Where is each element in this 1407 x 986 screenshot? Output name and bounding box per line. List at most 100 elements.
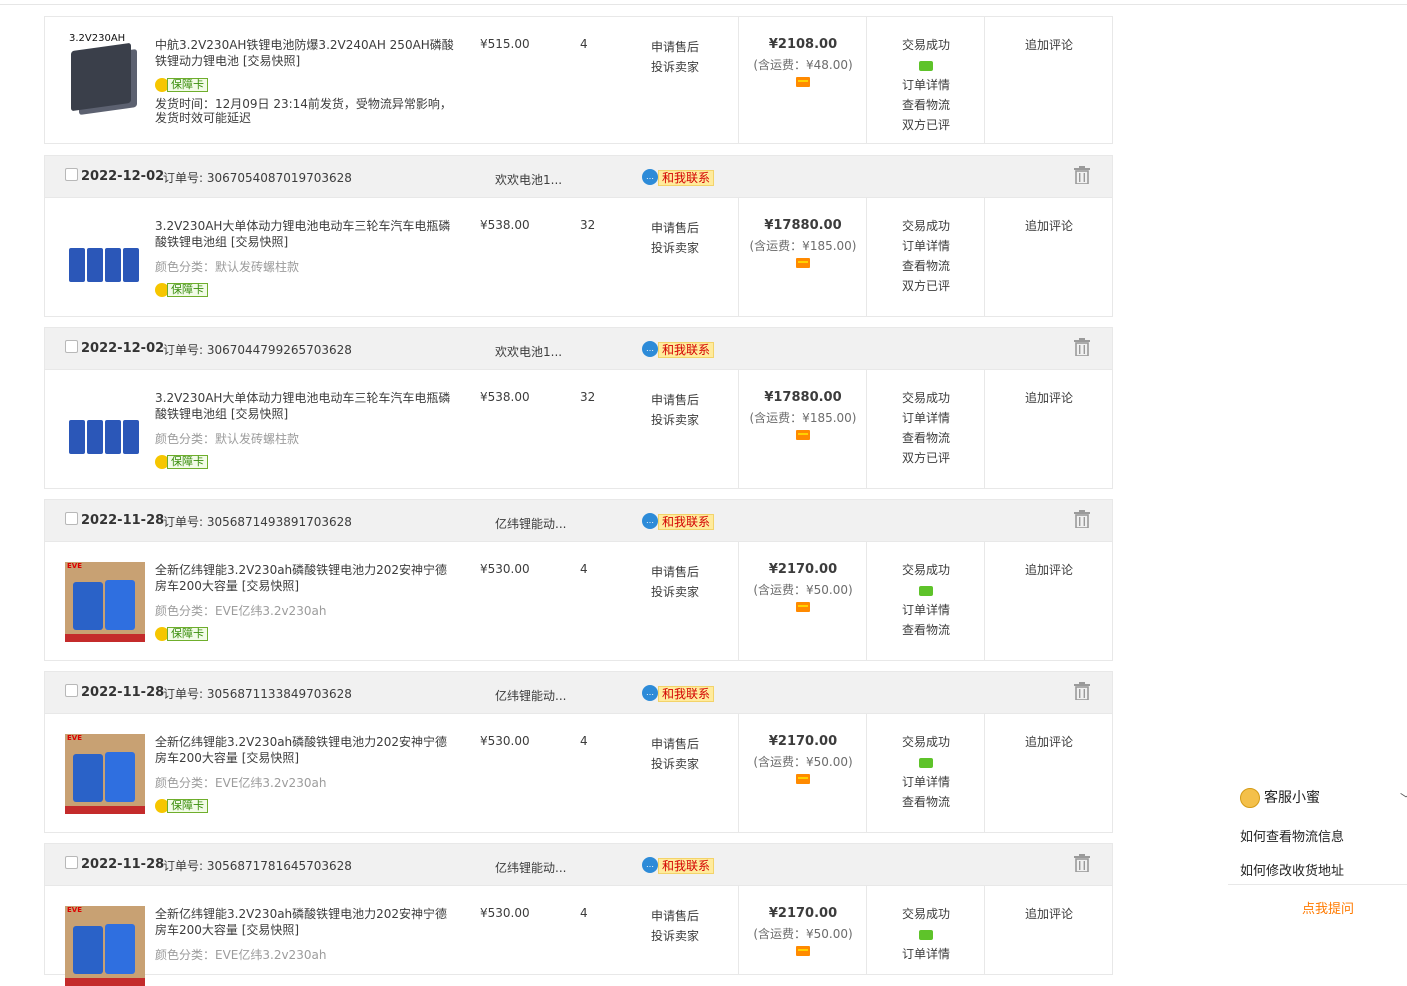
view-logistics-link[interactable]: 查看物流 xyxy=(867,792,985,812)
guarantee-label: 保障卡 xyxy=(167,799,208,813)
request-after-sale-link[interactable]: 申请售后 xyxy=(651,218,699,238)
order-details-link[interactable]: 订单详情 xyxy=(867,236,985,256)
payment-card-icon[interactable] xyxy=(796,258,810,268)
battery-cell-4 xyxy=(123,420,139,454)
order-details-link[interactable]: 订单详情 xyxy=(867,944,985,964)
product-thumbnail[interactable]: 3.2V230AH xyxy=(65,33,145,117)
order-select-checkbox[interactable] xyxy=(65,512,78,525)
payment-card-icon[interactable] xyxy=(796,946,810,956)
order-item-body: EVE 全新亿纬锂能3.2V230ah磷酸铁锂电池力202安神宁德房车200大容量… xyxy=(44,541,1113,661)
product-title-link[interactable]: 全新亿纬锂能3.2V230ah磷酸铁锂电池力202安神宁德房车200大容量 [交… xyxy=(155,734,455,766)
message-icon[interactable] xyxy=(919,757,933,768)
top-divider xyxy=(0,4,1407,5)
order-details-link[interactable]: 订单详情 xyxy=(867,408,985,428)
product-title-link[interactable]: 3.2V230AH大单体动力锂电池电动车三轮车汽车电瓶磷酸铁锂电池组 [交易快照… xyxy=(155,390,455,422)
order-details-link[interactable]: 订单详情 xyxy=(867,75,985,95)
message-icon[interactable] xyxy=(919,929,933,940)
trash-icon[interactable] xyxy=(1074,510,1090,529)
complain-seller-link[interactable]: 投诉卖家 xyxy=(651,582,699,602)
view-logistics-link[interactable]: 查看物流 xyxy=(867,256,985,276)
add-review-link[interactable]: 追加评论 xyxy=(985,560,1113,580)
contact-label: 和我联系 xyxy=(658,858,715,874)
contact-label: 和我联系 xyxy=(658,170,715,186)
order-item-body: EVE 全新亿纬锂能3.2V230ah磷酸铁锂电池力202安神宁德房车200大容量… xyxy=(44,885,1113,986)
product-spec: 颜色分类：EVE亿纬3.2v230ah xyxy=(155,776,327,790)
both-reviewed-status: 双方已评 xyxy=(901,451,950,465)
both-reviewed-status: 双方已评 xyxy=(901,279,950,293)
view-logistics-link[interactable]: 查看物流 xyxy=(867,620,985,640)
chat-bubble-icon: … xyxy=(642,169,658,185)
order-select-checkbox[interactable] xyxy=(65,340,78,353)
shop-name-link[interactable]: 欢欢电池1... xyxy=(495,171,562,188)
trash-icon[interactable] xyxy=(1074,166,1090,185)
payment-card-icon[interactable] xyxy=(796,602,810,612)
quantity: 32 xyxy=(580,390,596,404)
payment-card-icon[interactable] xyxy=(796,774,810,784)
order-details-link[interactable]: 订单详情 xyxy=(867,600,985,620)
request-after-sale-link[interactable]: 申请售后 xyxy=(651,37,699,57)
battery-cell-4 xyxy=(123,248,139,282)
unit-price: ¥530.00 xyxy=(480,906,530,920)
order-total: ¥2170.00 (含运费：¥50.00) xyxy=(739,904,867,959)
shipping-note: 发货时间：12月09日 23:14前发货，受物流异常影响，发货时效可能延迟 xyxy=(155,97,452,125)
shop-name-link[interactable]: 欢欢电池1... xyxy=(495,343,562,360)
request-after-sale-link[interactable]: 申请售后 xyxy=(651,734,699,754)
product-thumbnail[interactable]: EVE xyxy=(65,562,145,642)
order-details-link[interactable]: 订单详情 xyxy=(867,772,985,792)
shipping-fee: (含运费：¥50.00) xyxy=(753,755,853,769)
ask-question-link[interactable]: 点我提问 xyxy=(1302,898,1354,917)
complain-seller-link[interactable]: 投诉卖家 xyxy=(651,926,699,946)
trash-icon[interactable] xyxy=(1074,682,1090,701)
view-logistics-link[interactable]: 查看物流 xyxy=(867,95,985,115)
trash-icon[interactable] xyxy=(1074,854,1090,873)
payment-card-icon[interactable] xyxy=(796,430,810,440)
product-title-link[interactable]: 全新亿纬锂能3.2V230ah磷酸铁锂电池力202安神宁德房车200大容量 [交… xyxy=(155,906,455,938)
trash-icon[interactable] xyxy=(1074,338,1090,357)
add-review-link[interactable]: 追加评论 xyxy=(985,35,1113,55)
request-after-sale-link[interactable]: 申请售后 xyxy=(651,906,699,926)
complain-seller-link[interactable]: 投诉卖家 xyxy=(651,57,699,77)
battery-photo: EVE xyxy=(65,562,145,642)
add-review-link[interactable]: 追加评论 xyxy=(985,216,1113,236)
request-after-sale-link[interactable]: 申请售后 xyxy=(651,562,699,582)
shop-name-link[interactable]: 亿纬锂能动... xyxy=(495,859,566,876)
message-icon-row xyxy=(867,752,985,772)
order-date: 2022-12-02 xyxy=(81,341,165,356)
order-date: 2022-11-28 xyxy=(81,857,165,872)
order-total: ¥17880.00 (含运费：¥185.00) xyxy=(739,216,867,271)
faq-address-link[interactable]: 如何修改收货地址 xyxy=(1240,860,1344,879)
message-icon[interactable] xyxy=(919,585,933,596)
shop-name-link[interactable]: 亿纬锂能动... xyxy=(495,515,566,532)
photo-banner xyxy=(65,978,145,986)
shop-name-link[interactable]: 亿纬锂能动... xyxy=(495,687,566,704)
view-logistics-link[interactable]: 查看物流 xyxy=(867,428,985,448)
add-review-link[interactable]: 追加评论 xyxy=(985,388,1113,408)
product-thumbnail[interactable] xyxy=(65,218,145,298)
add-review-link[interactable]: 追加评论 xyxy=(985,904,1113,924)
guarantee-label: 保障卡 xyxy=(167,455,208,469)
complain-seller-link[interactable]: 投诉卖家 xyxy=(651,410,699,430)
add-review-link[interactable]: 追加评论 xyxy=(985,732,1113,752)
faq-logistics-link[interactable]: 如何查看物流信息 xyxy=(1240,826,1344,845)
product-title-link[interactable]: 中航3.2V230AH铁锂电池防爆3.2V240AH 250AH磷酸铁锂动力锂电… xyxy=(155,37,455,69)
battery-cell-left xyxy=(73,926,103,974)
message-icon[interactable] xyxy=(919,60,933,71)
order-select-checkbox[interactable] xyxy=(65,856,78,869)
product-thumbnail[interactable]: EVE xyxy=(65,734,145,814)
guarantee-label: 保障卡 xyxy=(167,283,208,297)
unit-price: ¥530.00 xyxy=(480,734,530,748)
order-select-checkbox[interactable] xyxy=(65,168,78,181)
product-title-link[interactable]: 3.2V230AH大单体动力锂电池电动车三轮车汽车电瓶磷酸铁锂电池组 [交易快照… xyxy=(155,218,455,250)
order-header-bar: 2022-11-28 订单号: 3056871781645703628 亿纬锂能动.… xyxy=(44,843,1113,885)
product-thumbnail[interactable] xyxy=(65,390,145,470)
battery-cell-2 xyxy=(87,420,103,454)
payment-card-icon[interactable] xyxy=(796,77,810,87)
product-thumbnail[interactable]: EVE xyxy=(65,906,145,986)
trade-status: 交易成功 xyxy=(901,38,950,52)
request-after-sale-link[interactable]: 申请售后 xyxy=(651,390,699,410)
product-title-link[interactable]: 全新亿纬锂能3.2V230ah磷酸铁锂电池力202安神宁德房车200大容量 [交… xyxy=(155,562,455,594)
chevron-down-icon[interactable]: ﹀ xyxy=(1400,790,1407,807)
order-select-checkbox[interactable] xyxy=(65,684,78,697)
complain-seller-link[interactable]: 投诉卖家 xyxy=(651,238,699,258)
complain-seller-link[interactable]: 投诉卖家 xyxy=(651,754,699,774)
